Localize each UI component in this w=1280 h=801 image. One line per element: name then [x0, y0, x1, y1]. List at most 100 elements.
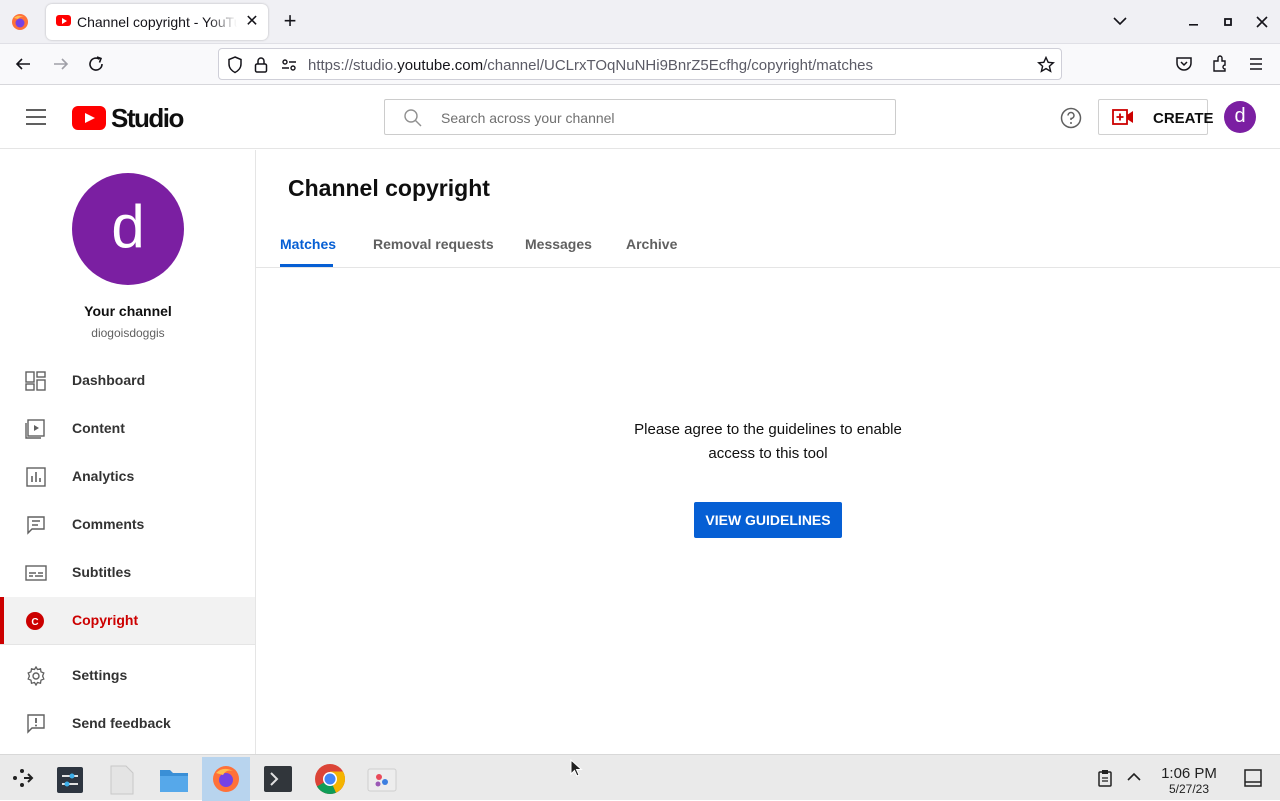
- list-tabs-chevron-icon[interactable]: [1112, 15, 1128, 27]
- settings-icon: [27, 666, 45, 686]
- clipboard-icon[interactable]: [1097, 769, 1113, 787]
- sidebar-item-label: Settings: [72, 667, 128, 683]
- youtube-logo-icon: [72, 106, 106, 130]
- sidebar-item-send-feedback[interactable]: Send feedback: [0, 700, 255, 748]
- comments-icon: [27, 516, 45, 535]
- url-path: /channel/UCLrxTOqNuNHi9BnrZ5Ecfhg/copyri…: [483, 57, 873, 74]
- tab-matches[interactable]: Matches: [280, 236, 336, 252]
- browser-tab-strip: Channel copyright - YouTube Studio ✕ +: [0, 0, 1280, 44]
- page-title: Channel copyright: [288, 175, 490, 201]
- view-guidelines-button[interactable]: VIEW GUIDELINES: [694, 502, 842, 538]
- lock-icon[interactable]: [254, 56, 268, 74]
- sidebar-item-content[interactable]: Content: [0, 405, 255, 453]
- document-icon: [110, 765, 134, 795]
- youtube-favicon-icon: [56, 15, 71, 26]
- tab-messages[interactable]: Messages: [525, 236, 592, 252]
- url-prefix: https://studio.: [308, 57, 398, 74]
- terminal-icon: [264, 766, 292, 792]
- content-icon: [25, 419, 45, 439]
- feedback-icon: [27, 714, 45, 734]
- url-text: https://studio.youtube.com/channel/UCLrx…: [308, 57, 873, 74]
- analytics-icon: [26, 467, 46, 487]
- taskbar-files-app[interactable]: [98, 757, 146, 801]
- system-settings-icon: [57, 767, 83, 793]
- sidebar-item-label: Content: [72, 420, 125, 436]
- hamburger-menu-icon[interactable]: [26, 109, 46, 125]
- svg-text:C: C: [31, 617, 38, 628]
- system-tray-chevron-up-icon[interactable]: [1126, 771, 1142, 783]
- app-menu-icon[interactable]: [1248, 57, 1264, 71]
- taskbar-settings-app[interactable]: [46, 757, 94, 801]
- browser-tab-title: Channel copyright - YouTube Studio: [77, 14, 237, 30]
- os-taskbar: 1:06 PM 5/27/23: [0, 754, 1280, 801]
- clock-date[interactable]: 5/27/23: [1150, 782, 1228, 796]
- forward-arrow-icon[interactable]: [52, 56, 70, 72]
- taskbar-paint-app[interactable]: [358, 757, 406, 801]
- app-launcher-icon[interactable]: [10, 766, 34, 790]
- paint-app-icon: [367, 768, 397, 792]
- browser-tab-active[interactable]: Channel copyright - YouTube Studio ✕: [46, 4, 268, 40]
- taskbar-file-manager-app[interactable]: [150, 757, 198, 801]
- sidebar-item-analytics[interactable]: Analytics: [0, 453, 255, 501]
- copyright-tabs: Matches Removal requests Messages Archiv…: [256, 222, 1280, 268]
- tab-removal-requests[interactable]: Removal requests: [373, 236, 494, 252]
- sidebar-item-label: Send feedback: [72, 715, 171, 731]
- account-avatar[interactable]: d: [1224, 101, 1256, 133]
- sidebar-item-comments[interactable]: Comments: [0, 501, 255, 549]
- clock-time[interactable]: 1:06 PM: [1150, 765, 1228, 782]
- create-button-label: CREATE: [1153, 110, 1214, 127]
- sidebar-item-subtitles[interactable]: Subtitles: [0, 549, 255, 597]
- firefox-icon: [213, 766, 239, 792]
- tab-archive[interactable]: Archive: [626, 236, 677, 252]
- site-permissions-icon[interactable]: [281, 58, 297, 72]
- create-button[interactable]: CREATE: [1098, 99, 1214, 135]
- sidebar-item-label: Subtitles: [72, 564, 132, 580]
- sidebar-item-label: Dashboard: [72, 372, 146, 388]
- sidebar-item-label: Copyright: [72, 612, 139, 628]
- sidebar-item-copyright[interactable]: C Copyright: [0, 597, 255, 645]
- folder-icon: [160, 770, 188, 792]
- sidebar-divider: [0, 644, 255, 645]
- dashboard-icon: [25, 371, 46, 391]
- search-placeholder: Search across your channel: [441, 110, 615, 126]
- active-tab-indicator: [280, 264, 333, 267]
- show-desktop-icon[interactable]: [1244, 769, 1262, 787]
- maximize-window-icon[interactable]: [1216, 10, 1240, 34]
- sidebar-item-label: Comments: [72, 516, 145, 532]
- close-tab-icon[interactable]: ✕: [242, 12, 262, 32]
- chrome-icon: [315, 764, 345, 794]
- taskbar-chrome-app[interactable]: [306, 757, 354, 801]
- search-input[interactable]: Search across your channel: [384, 99, 896, 135]
- sidebar-item-settings[interactable]: Settings: [0, 652, 255, 700]
- copyright-icon: C: [26, 612, 44, 630]
- studio-logo-text: Studio: [111, 103, 184, 133]
- reload-icon[interactable]: [87, 55, 105, 73]
- tracking-shield-icon[interactable]: [227, 56, 243, 74]
- help-icon[interactable]: [1060, 107, 1082, 129]
- sidebar-item-dashboard[interactable]: Dashboard: [0, 357, 255, 405]
- back-arrow-icon[interactable]: [14, 56, 32, 72]
- browser-nav-bar: https://studio.youtube.com/channel/UCLrx…: [0, 44, 1280, 85]
- channel-name: Your channel: [84, 303, 172, 319]
- url-domain: youtube.com: [397, 57, 484, 74]
- minimize-window-icon[interactable]: [1182, 10, 1206, 34]
- search-icon: [404, 109, 422, 127]
- new-tab-button[interactable]: +: [278, 10, 302, 34]
- subtitles-icon: [25, 565, 47, 581]
- channel-avatar[interactable]: d: [72, 173, 184, 285]
- url-bar[interactable]: https://studio.youtube.com/channel/UCLrx…: [218, 48, 1062, 80]
- studio-header: Studio Search across your channel CREATE…: [0, 85, 1280, 149]
- create-video-icon: [1112, 109, 1133, 125]
- taskbar-firefox-app[interactable]: [202, 757, 250, 801]
- mouse-cursor-icon: [570, 759, 583, 777]
- guidelines-message: Please agree to the guidelines to enable…: [634, 421, 902, 462]
- pocket-icon[interactable]: [1175, 56, 1193, 72]
- channel-handle: diogoisdoggis: [91, 326, 165, 340]
- close-window-icon[interactable]: [1250, 10, 1274, 34]
- extensions-icon[interactable]: [1211, 55, 1229, 73]
- firefox-menu-icon[interactable]: [10, 12, 30, 32]
- sidebar-item-label: Analytics: [72, 468, 135, 484]
- sidebar: d Your channel diogoisdoggis Dashboard C…: [0, 150, 256, 754]
- bookmark-star-icon[interactable]: [1037, 56, 1055, 74]
- taskbar-terminal-app[interactable]: [254, 757, 302, 801]
